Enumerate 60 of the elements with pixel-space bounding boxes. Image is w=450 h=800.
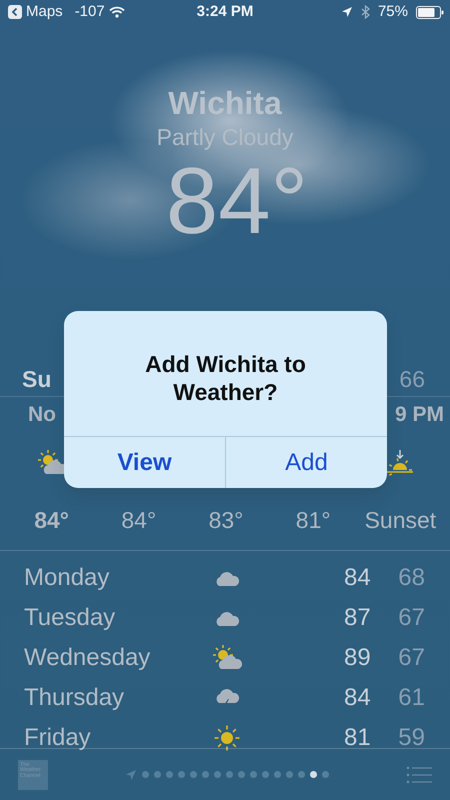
page-dot[interactable] xyxy=(298,771,305,778)
high-temperature: 84 xyxy=(344,562,372,593)
page-dot[interactable] xyxy=(310,771,317,778)
low-temperature: 67 xyxy=(397,642,425,673)
signal-strength: -107 xyxy=(74,2,105,22)
low-temperature: 67 xyxy=(397,602,425,633)
low-temperature: 66 xyxy=(399,364,425,394)
hourly-temperature: Sunset xyxy=(364,506,436,536)
hourly-temperature: 81° xyxy=(296,506,331,536)
page-dot[interactable] xyxy=(166,771,173,778)
page-dot[interactable] xyxy=(286,771,293,778)
city-name: Wichita xyxy=(167,86,283,122)
battery-icon xyxy=(416,6,444,18)
hour-label: 9 PM xyxy=(394,402,444,428)
low-temperature: 68 xyxy=(397,562,425,593)
page-dot[interactable] xyxy=(274,771,281,778)
list-icon[interactable] xyxy=(406,766,432,784)
sun-icon xyxy=(213,724,241,752)
hour-label: No xyxy=(28,402,56,428)
low-temperature: 59 xyxy=(397,722,425,753)
day-name: Wednesday xyxy=(24,642,152,673)
bluetooth-icon xyxy=(360,5,370,19)
current-temperature: 84° xyxy=(166,154,310,248)
wifi-icon xyxy=(108,6,125,18)
page-dot[interactable] xyxy=(142,771,149,778)
day-name: Thursday xyxy=(24,682,126,713)
back-link[interactable]: Maps xyxy=(26,0,63,24)
day-name: Tuesday xyxy=(24,602,116,633)
high-temperature: 87 xyxy=(344,602,372,633)
alert-title: Add Wichita to Weather? xyxy=(144,350,307,406)
high-temperature: 84 xyxy=(344,682,372,713)
hourly-temperature: 83° xyxy=(208,506,244,536)
sun-cloud-icon xyxy=(36,450,67,476)
page-dot[interactable] xyxy=(322,771,329,778)
page-dot[interactable] xyxy=(202,771,209,778)
high-temperature: 89 xyxy=(344,642,372,673)
hourly-temperature: 84° xyxy=(34,506,69,536)
page-dot[interactable] xyxy=(226,771,233,778)
day-name: Su xyxy=(22,364,52,394)
sunset-icon xyxy=(386,450,414,476)
high-temperature: 81 xyxy=(344,722,372,753)
back-icon[interactable] xyxy=(8,5,22,19)
location-arrow-icon[interactable] xyxy=(125,768,137,780)
page-dot[interactable] xyxy=(262,771,269,778)
page-dot[interactable] xyxy=(154,771,161,778)
location-arrow-icon xyxy=(340,6,353,18)
page-dot[interactable] xyxy=(190,771,197,778)
status-time: 3:24 PM xyxy=(196,2,254,22)
alert-button[interactable]: View xyxy=(64,437,225,488)
page-dot[interactable] xyxy=(250,771,257,778)
page-dot[interactable] xyxy=(238,771,245,778)
alert-button[interactable]: Add xyxy=(225,437,387,488)
page-dot[interactable] xyxy=(178,771,185,778)
page-dot[interactable] xyxy=(214,771,221,778)
day-name: Friday xyxy=(24,722,92,753)
battery-percentage: 75% xyxy=(378,2,408,22)
low-temperature: 61 xyxy=(397,682,425,713)
day-name: Monday xyxy=(24,562,110,593)
sun-cloud-icon xyxy=(212,644,242,671)
hourly-temperature: 84° xyxy=(121,506,156,536)
